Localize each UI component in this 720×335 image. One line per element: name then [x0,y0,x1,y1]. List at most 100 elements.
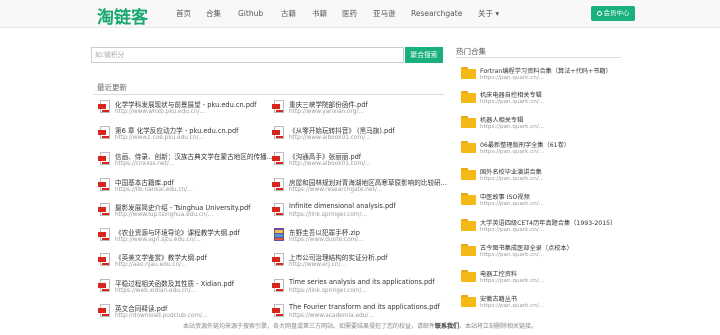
footer-text-before: 本站资源外链均来源于搜索引擎，各大网盘或第三方网站。如需要结果侵犯了您的权益，请… [182,323,435,330]
item-title[interactable]: The Fourier transform and its applicatio… [289,303,440,311]
collection-title[interactable]: 安徽古籍丛书 [480,294,517,303]
list-item[interactable]: 平稳过程相关函数及其性质 - Xidian.pdf https://web.xi… [98,278,268,298]
collection-title[interactable]: 国外名校毕业演讲合集 [480,167,542,176]
list-item[interactable]: 信画、侍录、创新：汉族古典文学在蒙古地区的传播... https://cnxxs… [98,151,273,171]
list-item[interactable]: The Fourier transform and its applicatio… [272,303,442,323]
search-input[interactable]: 如:微积分 [91,47,404,63]
collection-item[interactable]: 机床电器自控相关专辑 https://pan.quark.cn/... [456,87,626,111]
item-title[interactable]: Infinite dimensional analysis.pdf [289,202,396,210]
pdf-icon [98,100,111,114]
footer-text-after: ，本站将立刻删除相关链接。 [459,323,538,330]
pdf-icon [98,203,111,217]
item-title[interactable]: 平稳过程相关函数及其性质 - Xidian.pdf [115,278,234,288]
folder-icon [461,168,476,180]
pdf-icon [272,100,285,114]
list-item[interactable]: 中国基本古籍库.pdf https://lib.nankai.edu.cn/..… [98,177,268,197]
member-center-button[interactable]: 会员中心 [591,6,635,21]
item-title[interactable]: 英文合同释读.pdf [115,303,167,313]
list-item[interactable]: 《英美文学鉴赏》教学大纲.pdf http://aao.njau.edu.cn/… [98,252,268,272]
list-item[interactable]: 东野圭吾以犯罪手杯.zip https://www.duote.com/... [272,227,442,247]
item-title[interactable]: 《从零开始玩转抖音》 (黑马旗).pdf [289,125,395,135]
item-title[interactable]: 化学学科发展现状与前景展望 - pku.edu.cn.pdf [115,99,256,109]
list-item[interactable]: 房屋和园林规划对青海湖地区高寒草原影响的比较研... https://www.r… [272,177,447,197]
collection-title[interactable]: 电器工控资料 [480,269,517,278]
collection-item[interactable]: Fortran编程学习资料合集（算法+代码+书籍） https://pan.qu… [456,63,626,87]
pdf-icon [98,126,111,140]
menu-medicine[interactable]: 医药 [342,0,373,28]
list-item[interactable]: 上市公司治理结构的实证分析.pdf http://www.erj.cn/... [272,252,442,272]
collection-title[interactable]: 大学英语四级CET4历年真题合集（1993-2015） [480,218,616,227]
pdf-icon [98,304,111,318]
item-url: http://aao.njau.edu.cn/... [115,262,187,268]
folder-icon [461,219,476,231]
collection-url: https://pan.quark.cn/... [480,278,545,284]
menu-amazon[interactable]: 亚马逊 [373,0,411,28]
item-title[interactable]: 上市公司治理结构的实证分析.pdf [289,252,388,262]
item-url: http://download.pudclub.com/... [115,313,208,319]
collection-item[interactable]: 06最新整理版刑字全集（61卷） https://pan.quark.cn/..… [456,137,626,161]
collection-url: https://pan.quark.cn/... [480,227,545,233]
site-logo[interactable]: 淘链客 [97,3,148,28]
collection-item[interactable]: 中医故事 ISO视频 https://pan.quark.cn/... [456,189,626,213]
item-url: https://www.academia.edu/... [289,313,374,319]
collection-item[interactable]: 机器人相关专辑 https://pan.quark.cn/... [456,112,626,136]
item-title[interactable]: 信画、侍录、创新：汉族古典文学在蒙古地区的传播... [115,151,273,161]
item-title[interactable]: 《英美文学鉴赏》教学大纲.pdf [115,252,207,262]
collection-title[interactable]: Fortran编程学习资料合集（算法+代码+书籍） [480,66,612,75]
item-title[interactable]: 东野圭吾以犯罪手杯.zip [289,227,360,237]
list-item[interactable]: 第6 章 化学反应动力学 - pku.edu.cn.pdf http://www… [98,125,268,145]
menu-collections[interactable]: 合集 [206,0,238,28]
collection-url: https://pan.quark.cn/... [480,149,545,155]
contact-us-link[interactable]: 联系我们 [435,323,459,330]
folder-icon [461,295,476,307]
item-title[interactable]: 中国基本古籍库.pdf [115,177,174,187]
list-item[interactable]: Time series analysis and its application… [272,278,442,298]
list-item[interactable]: 《沟通高手》张丽丽.pdf http://www.aibook01.com/..… [272,151,442,171]
collection-title[interactable]: 机器人相关专辑 [480,115,523,124]
list-item[interactable]: 化学学科发展现状与前景展望 - pku.edu.cn.pdf http://ww… [98,99,268,119]
item-title[interactable]: 《农业资源与环境导论》课程教学大纲.pdf [115,227,240,237]
folder-icon [461,141,476,153]
collection-item[interactable]: 古今图书集成医部全录（点校本） https://pan.quark.cn/... [456,240,626,264]
item-url: http://www.aibook01.com/... [289,135,371,141]
item-url: https://link.springer.com/... [289,212,368,218]
menu-ancient-books[interactable]: 古籍 [281,0,312,28]
menu-books[interactable]: 书籍 [312,0,342,28]
item-url: https://link.springer.com/... [289,288,368,294]
collection-title[interactable]: 中医故事 ISO视频 [480,192,530,201]
list-item[interactable]: 英文合同释读.pdf http://download.pudclub.com/.… [98,303,268,323]
item-title[interactable]: 房屋和园林规划对青海湖地区高寒草原影响的比较研... [289,177,447,187]
list-item[interactable]: 摄影发展简史介绍 - Tsinghua University.pdf http:… [98,202,268,222]
collection-item[interactable]: 大学英语四级CET4历年真题合集（1993-2015） https://pan.… [456,215,626,239]
list-item[interactable]: 《农业资源与环境导论》课程教学大纲.pdf http://www.agri.sj… [98,227,268,247]
collection-item[interactable]: 电器工控资料 https://pan.quark.cn/... [456,266,626,290]
popular-divider [456,57,621,58]
search-button[interactable]: 聚合搜索 [405,47,443,63]
pdf-icon [272,304,285,318]
item-title[interactable]: 重庆三峡学院部份函件.pdf [289,99,368,109]
collection-item[interactable]: 国外名校毕业演讲合集 https://pan.quark.cn/... [456,164,626,188]
collection-title[interactable]: 06最新整理版刑字全集（61卷） [480,140,570,149]
item-title[interactable]: 第6 章 化学反应动力学 - pku.edu.cn.pdf [115,125,239,135]
item-url: https://cnxxss.net/... [115,161,175,167]
menu-researchgate[interactable]: Researchgate [411,0,478,28]
user-icon [596,10,602,16]
pdf-icon [98,228,111,242]
recent-divider [93,94,444,95]
collection-title[interactable]: 机床电器自控相关专辑 [480,90,542,99]
item-title[interactable]: Time series analysis and its application… [289,278,435,286]
item-url: https://www.duote.com/... [289,237,364,243]
top-navbar: 淘链客 首页 合集 Github 古籍 书籍 医药 亚马逊 Researchga… [0,0,720,28]
menu-about[interactable]: 关于 ▾ [478,0,508,28]
menu-home[interactable]: 首页 [176,0,206,28]
list-item[interactable]: 《从零开始玩转抖音》 (黑马旗).pdf http://www.aibook01… [272,125,442,145]
collection-title[interactable]: 古今图书集成医部全录（点校本） [480,243,573,252]
menu-github[interactable]: Github [238,0,281,28]
folder-icon [461,193,476,205]
item-title[interactable]: 《沟通高手》张丽丽.pdf [289,151,361,161]
item-title[interactable]: 摄影发展简史介绍 - Tsinghua University.pdf [115,202,251,212]
pdf-icon [272,152,285,166]
list-item[interactable]: Infinite dimensional analysis.pdf https:… [272,202,442,222]
list-item[interactable]: 重庆三峡学院部份函件.pdf http://www.yanxian.org/..… [272,99,442,119]
collection-item[interactable]: 安徽古籍丛书 https://pan.quark.cn/... [456,291,626,315]
